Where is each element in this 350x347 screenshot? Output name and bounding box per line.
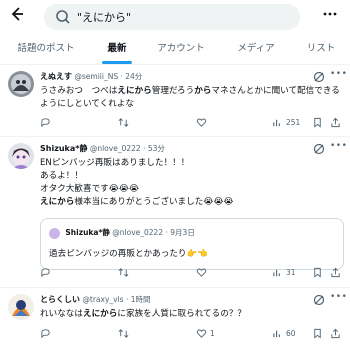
reply-icon: [41, 329, 50, 339]
reply-icon: [41, 268, 50, 278]
analytics-icon: [273, 119, 280, 127]
quoted-tweet[interactable]: Shizuka*静 @nlove_0222 · 9月3日 過去ピンバッジの再販と…: [40, 218, 344, 270]
handle[interactable]: @traxy_vls: [82, 295, 123, 304]
heart-icon: [196, 118, 207, 127]
bookmark-button[interactable]: [312, 117, 326, 128]
share-icon: [331, 117, 340, 128]
like-button[interactable]: 1: [196, 328, 215, 339]
display-name: Shizuka*静: [65, 228, 110, 237]
tab-media[interactable]: メディア: [228, 35, 284, 64]
reply-button[interactable]: [40, 117, 54, 128]
bookmark-icon: [314, 328, 321, 339]
tab-accounts[interactable]: アカウント: [150, 35, 212, 64]
back-arrow-icon[interactable]: [6, 6, 28, 28]
retweet-button[interactable]: [118, 117, 132, 128]
tweet[interactable]: Shizuka*静 @nlove_0222 · 53分 ••• ENピンバッジ再…: [0, 137, 350, 288]
handle: @nlove_0222: [112, 228, 164, 237]
bookmark-icon: [314, 117, 321, 128]
timestamp[interactable]: 24分: [125, 72, 142, 81]
tweet-header: とらくしい @traxy_vls · 1時間: [40, 295, 151, 304]
handle[interactable]: @nlove_0222: [90, 144, 141, 153]
bookmark-icon: [314, 267, 321, 278]
tweet-actions: 1 60: [40, 328, 340, 342]
tweet-actions: 31: [40, 267, 340, 281]
timestamp[interactable]: 1時間: [131, 295, 151, 304]
like-button[interactable]: [196, 267, 210, 278]
more-options-icon[interactable]: [319, 6, 341, 28]
bookmark-button[interactable]: [312, 267, 326, 278]
tab-latest[interactable]: 最新: [92, 35, 142, 64]
tab-lists[interactable]: リスト: [296, 35, 346, 64]
grok-icon[interactable]: [312, 69, 326, 83]
more-options-icon[interactable]: •••: [330, 292, 347, 302]
quoted-tweet-header: Shizuka*静 @nlove_0222 · 9月3日: [49, 227, 195, 239]
retweet-icon: [118, 268, 129, 277]
display-name[interactable]: とらくしい: [40, 295, 80, 304]
more-options-icon[interactable]: •••: [330, 69, 347, 79]
tweet[interactable]: とらくしい @traxy_vls · 1時間 ••• れいななはえにからに家族を…: [0, 288, 350, 347]
quoted-tweet-text: 過去ピンバッジの再販とかあったり👉👈: [49, 249, 208, 259]
retweet-icon: [118, 118, 129, 127]
share-icon: [331, 267, 340, 278]
share-button[interactable]: [330, 267, 344, 278]
search-input[interactable]: [77, 10, 297, 24]
reply-button[interactable]: [40, 267, 54, 278]
tweet-header: えぬえす @semiii_NS · 24分: [40, 72, 143, 81]
tweet-actions: 251: [40, 117, 340, 131]
share-button[interactable]: [330, 328, 344, 339]
active-tab-indicator: [102, 61, 132, 64]
search-icon: [56, 10, 70, 24]
avatar[interactable]: [8, 294, 34, 320]
grok-icon[interactable]: [312, 292, 326, 306]
handle[interactable]: @semiii_NS: [74, 72, 118, 81]
bookmark-button[interactable]: [312, 328, 326, 339]
search-tabs: 話題のポスト 最新 アカウント メディア リスト: [0, 35, 350, 65]
more-options-icon[interactable]: •••: [330, 141, 347, 151]
reply-icon: [41, 118, 50, 128]
tweet-text: うさみおつ つべはえにから管理だろうからマネさんとかに聞いて配信できるようにしと…: [40, 86, 340, 109]
avatar[interactable]: [8, 71, 34, 97]
avatar: [49, 227, 60, 239]
display-name[interactable]: Shizuka*静: [40, 144, 87, 153]
like-button[interactable]: [196, 117, 210, 128]
retweet-icon: [118, 329, 129, 338]
share-button[interactable]: [330, 117, 344, 128]
retweet-button[interactable]: [118, 267, 132, 278]
views-counter[interactable]: 60: [272, 328, 296, 339]
analytics-icon: [273, 330, 280, 338]
views-counter[interactable]: 31: [272, 267, 296, 278]
views-counter[interactable]: 251: [272, 117, 300, 128]
tweet[interactable]: えぬえす @semiii_NS · 24分 ••• うさみおつ つべはえにから管…: [0, 65, 350, 137]
retweet-button[interactable]: [118, 328, 132, 339]
avatar[interactable]: [8, 143, 34, 169]
heart-icon: [196, 329, 207, 338]
analytics-icon: [273, 269, 280, 277]
reply-button[interactable]: [40, 328, 54, 339]
search-box[interactable]: [44, 4, 300, 30]
heart-icon: [196, 268, 207, 277]
tweet-text: れいななはえにからに家族を人質に取られてるの？？: [40, 309, 247, 319]
share-icon: [331, 328, 340, 339]
timestamp[interactable]: 53分: [148, 144, 165, 153]
grok-icon[interactable]: [312, 141, 326, 155]
display-name[interactable]: えぬえす: [40, 72, 72, 81]
tab-top-posts[interactable]: 話題のポスト: [6, 35, 86, 64]
top-bar: [0, 0, 350, 34]
tweet-text: ENピンバッジ再販はありました！！！ あるよ！！ オタク大歓喜です😭😭😭 えにから様本…: [40, 158, 234, 207]
timestamp: 9月3日: [170, 228, 195, 237]
tweet-header: Shizuka*静 @nlove_0222 · 53分: [40, 144, 165, 153]
